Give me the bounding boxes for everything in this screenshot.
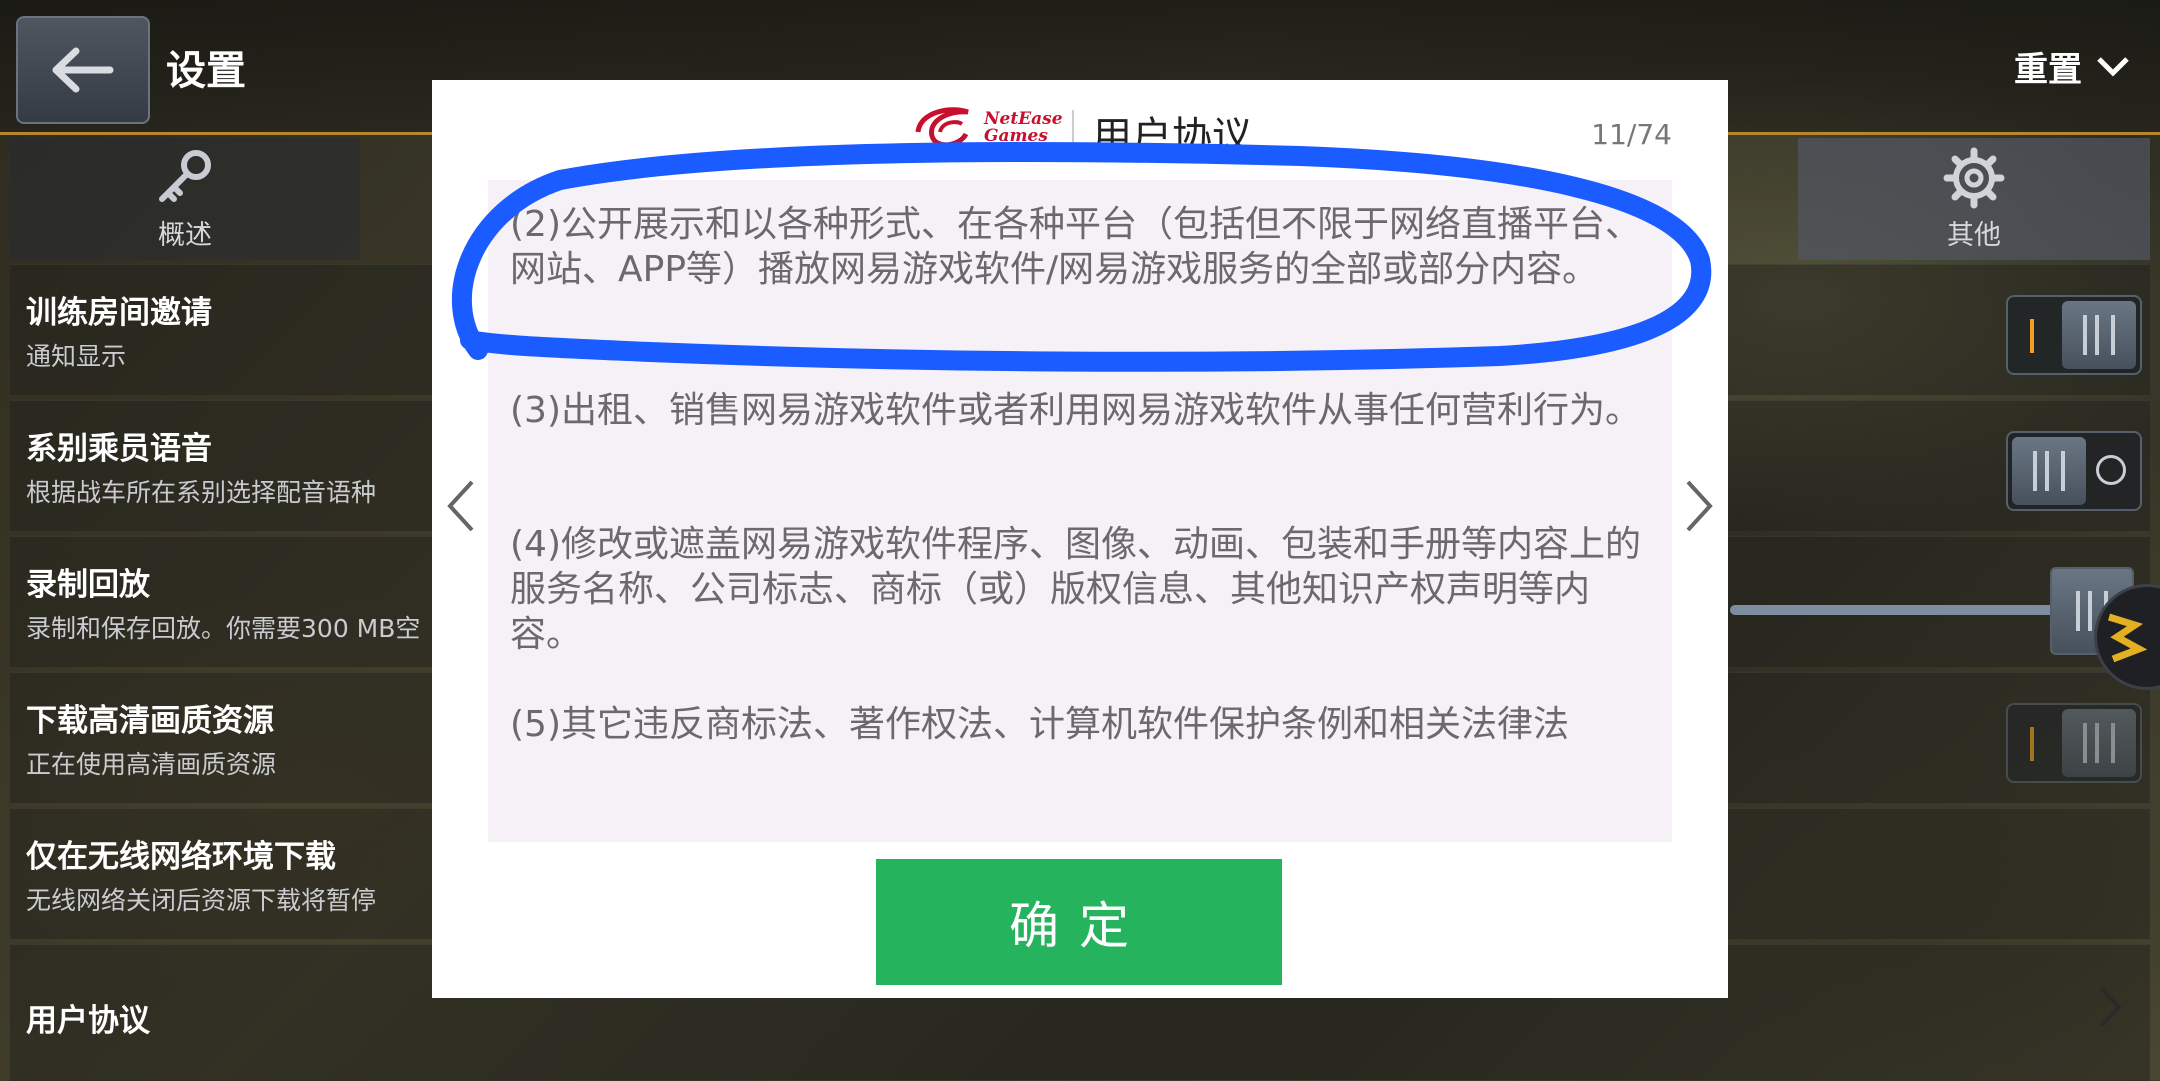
setting-label: 录制回放 (26, 567, 150, 603)
title-separator (1072, 110, 1074, 158)
toggle-off-mark (2096, 455, 2126, 485)
chevron-right-icon (2099, 986, 2122, 1028)
hd-resources-toggle[interactable] (2006, 703, 2142, 783)
grip-icon (2083, 723, 2115, 763)
dialog-title: 用户协议 (1092, 114, 1252, 160)
agreement-text-area[interactable]: (2)公开展示和以各种形式、在各种平台（包括但不限于网络直播平台、网站、APP等… (488, 180, 1672, 842)
back-arrow-icon (52, 47, 114, 93)
agreement-paragraph: (2)公开展示和以各种形式、在各种平台（包括但不限于网络直播平台、网站、APP等… (510, 204, 1641, 290)
logo-text-line2: Games (984, 126, 1048, 146)
agreement-paragraph: (4)修改或遮盖网易游戏软件程序、图像、动画、包装和手册等内容上的服务名称、公司… (510, 524, 1641, 655)
toggle-knob[interactable] (2012, 437, 2086, 505)
toggle-knob[interactable] (2062, 709, 2136, 777)
netease-swirl-icon (915, 107, 969, 148)
page-counter: 11/74 (1591, 118, 1672, 151)
agreement-paragraph: (3)出租、销售网易游戏软件或者利用网易游戏软件从事任何营利行为。 (510, 390, 1641, 431)
page-title: 设置 (166, 48, 246, 94)
grip-icon (2083, 315, 2115, 355)
next-page-arrow-icon[interactable] (1684, 478, 1716, 534)
netease-logo: NetEase Games (910, 102, 1063, 154)
setting-label: 训练房间邀请 (26, 295, 212, 331)
setting-description: 无线网络关闭后资源下载将暂停 (26, 886, 377, 915)
toggle-on-mark (2030, 727, 2034, 761)
chevron-down-icon (2097, 56, 2129, 77)
setting-description: 正在使用高清画质资源 (26, 750, 277, 779)
tab-other[interactable]: 其他 (1798, 138, 2150, 260)
agreement-paragraph: (5)其它违反商标法、著作权法、计算机软件保护条例和相关法律法 (510, 704, 1569, 745)
setting-description: 通知显示 (26, 342, 127, 371)
toggle-knob[interactable] (2062, 301, 2136, 369)
setting-label: 用户协议 (26, 1003, 150, 1039)
setting-label: 仅在无线网络环境下载 (26, 839, 336, 875)
setting-description: 根据战车所在系别选择配音语种 (26, 478, 377, 507)
tab-overview[interactable]: 概述 (10, 138, 360, 260)
reset-dropdown[interactable]: 重置 (2014, 42, 2130, 91)
setting-label: 系别乘员语音 (26, 431, 212, 467)
gear-icon (1943, 147, 2005, 208)
previous-page-arrow-icon[interactable] (444, 478, 476, 534)
grip-icon (2033, 451, 2065, 491)
toggle-on-mark (2030, 319, 2034, 353)
setting-description: 录制和保存回放。你需要300 MB空 (26, 614, 421, 643)
tab-label: 概述 (158, 219, 212, 251)
key-icon (159, 149, 211, 202)
crew-voice-toggle[interactable] (2006, 431, 2142, 511)
user-agreement-dialog: NetEase Games 用户协议 11/74 (2)公开展示和以各种形式、在… (432, 80, 1728, 998)
back-button[interactable] (16, 16, 150, 124)
setting-label: 下载高清画质资源 (26, 703, 274, 739)
confirm-button[interactable]: 确定 (876, 859, 1282, 985)
record-replay-slider-track[interactable] (1730, 605, 2060, 615)
tab-label: 其他 (1947, 219, 2001, 251)
reset-label: 重置 (2014, 50, 2082, 90)
training-invite-toggle[interactable] (2006, 295, 2142, 375)
